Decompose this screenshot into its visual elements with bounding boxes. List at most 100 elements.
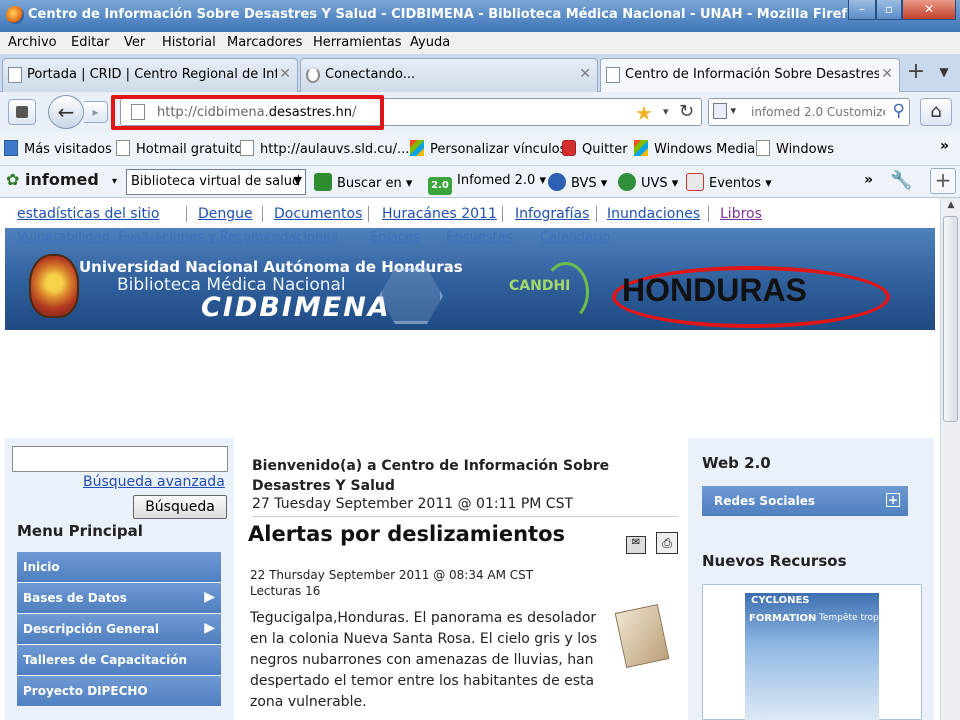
advanced-search-link[interactable]: Búsqueda avanzada: [83, 474, 225, 490]
bvs-icon: [548, 173, 566, 191]
bookmark-windows[interactable]: Windows: [756, 140, 834, 157]
link-enlaces[interactable]: Enlaces: [370, 230, 420, 245]
wrench-icon[interactable]: 🔧: [890, 170, 912, 191]
main-menu: Inicio Bases de Datos ▶ Descripción Gener…: [17, 552, 221, 707]
menu-ayuda[interactable]: Ayuda: [410, 35, 450, 50]
tab-close-icon[interactable]: ✕: [279, 66, 291, 82]
menu-bar: Archivo Editar Ver Historial Marcadores …: [0, 32, 960, 54]
toolbar-overflow-icon[interactable]: »: [864, 172, 873, 188]
windows-flag-icon: [634, 140, 648, 156]
link-estadisticas[interactable]: estadísticas del sitio: [17, 206, 159, 222]
new-tab-button[interactable]: +: [902, 58, 930, 88]
search-magnifier-icon[interactable]: ⚲: [893, 101, 905, 121]
bvs-button[interactable]: BVS ▾: [548, 173, 607, 191]
chevron-right-icon: ▶: [204, 620, 215, 636]
link-libros[interactable]: Libros: [720, 206, 762, 222]
menu-archivo[interactable]: Archivo: [8, 35, 57, 50]
tab-list-icon[interactable]: ▼: [930, 58, 958, 88]
bookmark-windows-media[interactable]: Windows Media: [634, 140, 755, 157]
web20-heading: Web 2.0: [702, 454, 771, 472]
nuevos-recursos-heading: Nuevos Recursos: [702, 552, 847, 570]
forward-button[interactable]: ▸: [84, 101, 108, 123]
add-toolbar-button[interactable]: +: [930, 168, 956, 194]
menu-item-bases-de-datos[interactable]: Bases de Datos ▶: [17, 583, 221, 613]
minimize-button[interactable]: –: [848, 0, 876, 20]
page-icon: [606, 67, 620, 83]
page-icon: [240, 140, 254, 156]
search-engine-selector[interactable]: ▾: [713, 103, 743, 121]
reload-icon[interactable]: ↻: [679, 101, 694, 122]
menu-historial[interactable]: Historial: [162, 35, 216, 50]
scroll-thumb[interactable]: [943, 216, 958, 422]
maximize-button[interactable]: ▫: [876, 0, 902, 20]
eventos-button[interactable]: Eventos ▾: [686, 173, 772, 191]
go-arrow-icon: [314, 173, 332, 191]
email-article-icon[interactable]: ✉: [626, 536, 646, 554]
banner-cidbimena: CIDBIMENA: [201, 292, 391, 323]
link-documentos[interactable]: Documentos: [274, 206, 362, 222]
top-navigation-links: estadísticas del sitio Dengue Documentos…: [6, 204, 934, 226]
tab-cidbimena[interactable]: Centro de Información Sobre Desastres ..…: [600, 58, 900, 93]
link-infografias[interactable]: Infografías: [515, 206, 589, 222]
article-read-count: Lecturas 16: [250, 584, 321, 598]
menu-item-dipecho[interactable]: Proyecto DIPECHO: [17, 676, 221, 706]
back-button[interactable]: ←: [48, 95, 84, 129]
tab-portada-crid[interactable]: Portada | CRID | Centro Regional de Info…: [2, 58, 298, 92]
bookmark-aulauvs[interactable]: http://aulauvs.sld.cu/...: [240, 140, 409, 157]
chevron-down-icon[interactable]: ▾: [112, 176, 117, 187]
chevron-right-icon: ▶: [204, 589, 215, 605]
unah-seal-logo: [29, 254, 79, 318]
menu-ver[interactable]: Ver: [124, 35, 145, 50]
cyclones-poster-thumbnail[interactable]: CYCLONES FORMATION Tempête trop: [745, 593, 879, 720]
url-history-dropdown-icon[interactable]: ▾: [663, 105, 669, 118]
site-search-input[interactable]: [12, 446, 228, 472]
bookmark-quitter[interactable]: Quitter: [562, 140, 628, 157]
link-huracanes[interactable]: Huracánes 2011: [382, 206, 497, 222]
expand-plus-icon[interactable]: +: [886, 493, 900, 507]
menu-item-inicio[interactable]: Inicio: [17, 552, 221, 582]
home-button[interactable]: ⌂: [920, 98, 952, 126]
scroll-up-icon[interactable]: ▲: [944, 200, 958, 214]
search-input[interactable]: [751, 105, 885, 119]
tab-close-icon[interactable]: ✕: [579, 66, 591, 82]
tab-label: Centro de Información Sobre Desastres ..…: [625, 67, 879, 82]
link-inundaciones[interactable]: Inundaciones: [607, 206, 700, 222]
bookmark-mas-visitados[interactable]: Más visitados: [4, 140, 112, 157]
biblioteca-select[interactable]: Biblioteca virtual de salud ▼: [126, 169, 306, 195]
infomed-20-button[interactable]: 2.0 Infomed 2.0 ▾: [428, 173, 546, 195]
tab-close-icon[interactable]: ✕: [881, 66, 893, 82]
vertical-scrollbar[interactable]: ▲: [940, 198, 960, 720]
menu-item-descripcion-general[interactable]: Descripción General ▶: [17, 614, 221, 644]
uvs-button[interactable]: UVS ▾: [618, 173, 678, 191]
divider: [252, 516, 678, 517]
link-calendario[interactable]: Calendario: [540, 230, 610, 245]
menu-title: Menu Principal: [17, 522, 143, 540]
menu-herramientas[interactable]: Herramientas: [313, 35, 402, 50]
bookmarks-overflow-icon[interactable]: »: [940, 138, 949, 154]
tab-bar: Portada | CRID | Centro Regional de Info…: [0, 54, 960, 93]
link-encuestas[interactable]: Encuestas: [446, 230, 512, 245]
bookmark-personalizar[interactable]: Personalizar vínculos: [410, 140, 566, 157]
bookmarks-toolbar: Más visitados Hotmail gratuito http://au…: [0, 132, 960, 166]
buscar-en-button[interactable]: Buscar en ▾: [314, 173, 412, 191]
article-title[interactable]: Alertas por deslizamientos: [248, 522, 565, 546]
search-button[interactable]: Búsqueda: [133, 495, 227, 519]
bookmarks-panel-button[interactable]: [8, 99, 36, 125]
print-icon[interactable]: ⎙: [656, 532, 678, 554]
menu-marcadores[interactable]: Marcadores: [227, 35, 302, 50]
tab-conectando[interactable]: Conectando... ✕: [300, 58, 598, 92]
link-dengue[interactable]: Dengue: [198, 206, 253, 222]
bookmark-star-icon[interactable]: ★: [635, 101, 653, 125]
bookmark-hotmail[interactable]: Hotmail gratuito: [116, 140, 242, 157]
menu-item-talleres[interactable]: Talleres de Capacitación: [17, 645, 221, 675]
search-bar[interactable]: ▾ ⚲: [708, 98, 910, 126]
link-vulnerabilidad[interactable]: Vulnerabilidad, Evaluaciones y Recomenda…: [17, 230, 338, 245]
main-column: Bienvenido(a) a Centro de Información So…: [236, 438, 688, 720]
redes-sociales-panel[interactable]: Redes Sociales +: [702, 486, 908, 516]
infomed-logo[interactable]: ✿ infomed: [6, 170, 99, 189]
menu-editar[interactable]: Editar: [71, 35, 110, 50]
thumb-subtitle: FORMATION: [749, 613, 817, 624]
bookmark-folder-icon: [4, 140, 18, 156]
window-titlebar: Centro de Información Sobre Desastres Y …: [0, 0, 960, 32]
close-window-button[interactable]: ✕: [902, 0, 956, 20]
